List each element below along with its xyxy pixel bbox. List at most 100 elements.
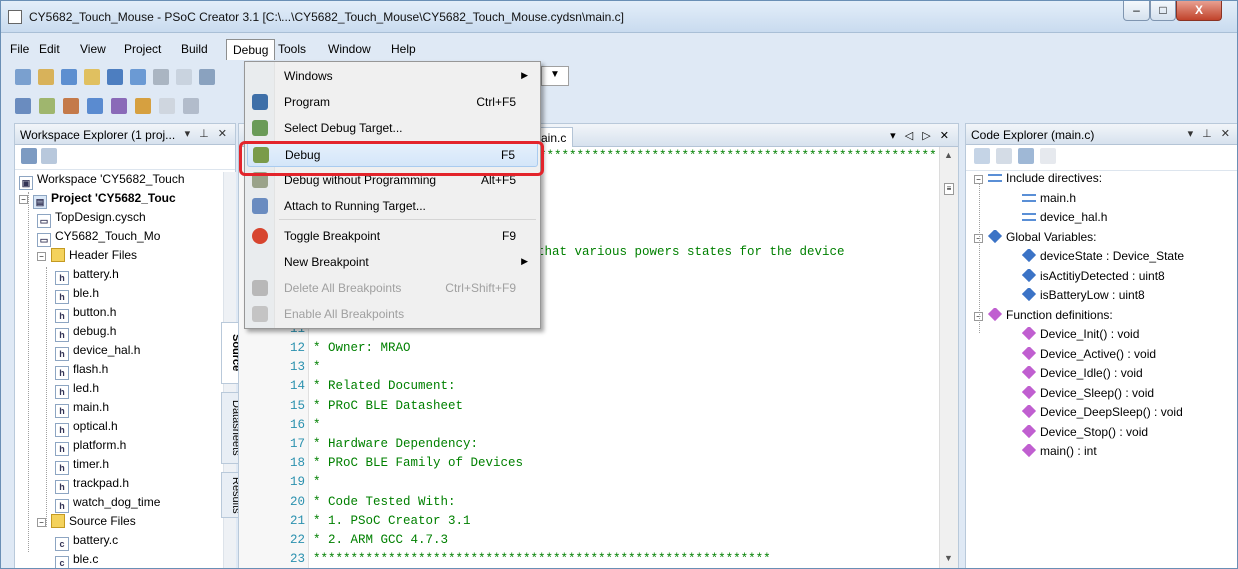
toolbar-button-icon[interactable] [130,69,146,85]
code-line[interactable]: 17 * Hardware Dependency: [239,435,939,454]
code-line[interactable]: 13 * [239,358,939,377]
menu-item-select-debug-target[interactable]: Select Debug Target... [247,115,538,141]
menu-item-new-breakpoint[interactable]: New Breakpoint ▶ [247,249,538,275]
menu-file[interactable]: File [4,39,35,60]
menu-item-toggle-breakpoint[interactable]: Toggle Breakpoint F9 [247,223,538,249]
panel-pin-close-icons[interactable]: ▾ ⊥ ✕ [185,127,230,140]
toolbar-button-icon[interactable] [183,98,199,114]
toolbar-button-icon[interactable] [153,69,169,85]
code-line[interactable]: 14 * Related Document: [239,377,939,396]
tree-item[interactable]: h button.h [55,305,116,324]
tree-item[interactable]: ▭ CY5682_Touch_Mo [37,229,160,248]
toolbar-button-icon[interactable] [159,98,175,114]
tree-item[interactable]: h optical.h [55,419,118,438]
menu-edit[interactable]: Edit [33,39,66,60]
menu-item-delete-all-breakpoints[interactable]: Delete All Breakpoints Ctrl+Shift+F9 [247,275,538,301]
tree-item[interactable]: h timer.h [55,457,109,476]
tree-item[interactable]: h led.h [55,381,99,400]
code-explorer-item[interactable]: deviceState : Device_State [1022,249,1184,268]
tree-item[interactable]: − Source Files [37,514,136,533]
tree-item[interactable]: − ▤ Project 'CY5682_Touc [19,191,176,210]
tree-item[interactable]: c battery.c [55,533,118,552]
code-line[interactable]: 16 * [239,416,939,435]
tree-item[interactable]: h flash.h [55,362,108,381]
code-line[interactable]: 22 * 2. ARM GCC 4.7.3 [239,531,939,550]
menu-item-program[interactable]: Program Ctrl+F5 [247,89,538,115]
code-explorer-item[interactable]: device_hal.h [1022,210,1107,229]
code-explorer-item[interactable]: Device_Init() : void [1022,327,1139,346]
tree-item[interactable]: h trackpad.h [55,476,129,495]
menu-help[interactable]: Help [385,39,422,60]
menu-item-attach-to-running-target[interactable]: Attach to Running Target... [247,193,538,219]
collapse-all-icon[interactable] [996,148,1012,164]
code-explorer-title[interactable]: Code Explorer (main.c) ▾ ⊥ ✕ [966,124,1237,145]
code-line[interactable]: 15 * PRoC BLE Datasheet [239,397,939,416]
toolbar-button-icon[interactable] [15,69,31,85]
code-line[interactable]: 21 * 1. PSoC Creator 3.1 [239,512,939,531]
code-explorer-item[interactable]: Device_DeepSleep() : void [1022,405,1183,424]
editor-scrollbar[interactable]: ▲ ≡ ▼ [939,147,958,568]
toolbar-button-icon[interactable] [63,98,79,114]
code-explorer-item[interactable]: − Include directives: [974,171,1102,190]
tree-item[interactable]: − Header Files [37,248,137,267]
tab-navigation-icons[interactable]: ▾ ◁ ▷ ✕ [890,129,952,142]
code-line[interactable]: 19 * [239,473,939,492]
code-explorer-item[interactable]: Device_Stop() : void [1022,424,1148,444]
code-line[interactable]: 20 * Code Tested With: [239,493,939,512]
code-explorer-item[interactable]: Device_Idle() : void [1022,366,1143,385]
minimize-button[interactable]: – [1123,1,1150,21]
code-line[interactable]: 23 **************************************… [239,550,939,568]
code-line[interactable]: 18 * PRoC BLE Family of Devices [239,454,939,473]
expand-all-icon[interactable] [974,148,990,164]
workspace-view-icon[interactable] [21,148,37,164]
panel-pin-close-icons[interactable]: ▾ ⊥ ✕ [1188,127,1233,140]
collapse-icon[interactable]: − [37,518,46,527]
code-explorer-item[interactable]: Device_Sleep() : void [1022,385,1154,405]
title-bar[interactable]: CY5682_Touch_Mouse - PSoC Creator 3.1 [C… [1,1,1237,33]
toolbar-button-icon[interactable] [15,98,31,114]
menu-project[interactable]: Project [118,39,167,60]
tree-item[interactable]: h platform.h [55,438,126,457]
code-explorer-item[interactable]: main.h [1022,191,1076,210]
tree-item[interactable]: h watch_dog_time [55,495,160,514]
tree-item[interactable]: ▭ TopDesign.cysch [37,210,146,229]
code-explorer-item[interactable]: Device_Active() : void [1022,346,1156,366]
code-explorer-item[interactable]: isBatteryLow : uint8 [1022,288,1145,307]
workspace-refresh-icon[interactable] [41,148,57,164]
toolbar-button-icon[interactable] [87,98,103,114]
split-icon[interactable]: ≡ [944,183,954,195]
menu-debug[interactable]: Debug [226,39,276,60]
toolbar-button-icon[interactable] [135,98,151,114]
toolbar-button-icon[interactable] [176,69,192,85]
toolbar-combo[interactable]: ▼ [541,66,569,86]
maximize-button[interactable]: □ [1150,1,1176,21]
tree-item[interactable]: h battery.h [55,267,119,286]
tree-item[interactable]: ▣ Workspace 'CY5682_Touch [19,172,185,191]
menu-view[interactable]: View [74,39,112,60]
menu-tools[interactable]: Tools [272,39,312,60]
code-explorer-item[interactable]: main() : int [1022,444,1097,463]
tree-item[interactable]: h debug.h [55,324,116,343]
scroll-up-icon[interactable]: ▲ [944,150,953,160]
code-explorer-item[interactable]: isActitiyDetected : uint8 [1022,268,1165,288]
menu-build[interactable]: Build [175,39,214,60]
collapse-icon[interactable]: − [37,252,46,261]
menu-item-enable-all-breakpoints[interactable]: Enable All Breakpoints [247,301,538,327]
menu-window[interactable]: Window [322,39,377,60]
tree-item[interactable]: h main.h [55,400,109,419]
code-explorer-item[interactable]: − Function definitions: [974,307,1113,327]
code-line[interactable]: 12 * Owner: MRAO [239,339,939,358]
toolbar-button-icon[interactable] [199,69,215,85]
toolbar-button-icon[interactable] [61,69,77,85]
tree-item[interactable]: h ble.h [55,286,99,305]
toolbar-button-icon[interactable] [111,98,127,114]
tree-item[interactable]: c ble.c [55,552,98,568]
toolbar-button-icon[interactable] [38,69,54,85]
menu-item-windows[interactable]: Windows ▶ [247,63,538,89]
close-button[interactable]: X [1176,1,1222,21]
grid-view-icon[interactable] [1018,148,1034,164]
toolbar-button-icon[interactable] [84,69,100,85]
code-explorer-item[interactable]: − Global Variables: [974,229,1097,249]
toolbar-button-icon[interactable] [39,98,55,114]
collapse-icon[interactable]: − [19,195,28,204]
